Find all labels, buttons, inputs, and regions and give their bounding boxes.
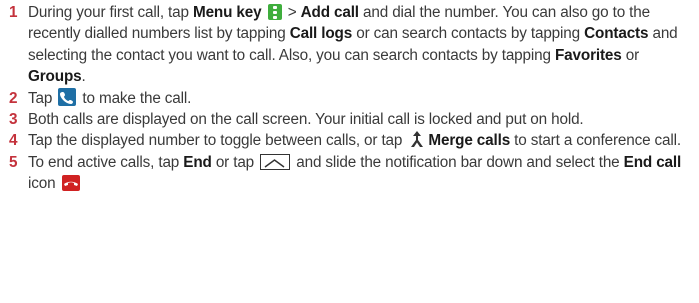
- step-2: 2 Tap to make the call.: [6, 87, 693, 109]
- home-key-icon: [260, 153, 291, 170]
- step-number: 2: [9, 89, 18, 107]
- step-text: >: [287, 4, 301, 21]
- step-4: 4 Tap the displayed number to toggle bet…: [6, 130, 693, 151]
- step-text: .: [81, 68, 86, 86]
- step-5: 5 To end active calls, tap End or tap an…: [6, 152, 693, 195]
- step-number: 3: [9, 111, 18, 129]
- instructions-page: 1 During your first call, tap Menu key >…: [0, 0, 699, 303]
- step-text: During your first call, tap: [28, 4, 193, 21]
- step-text: and slide the notification bar down and …: [292, 153, 624, 171]
- steps-list: 1 During your first call, tap Menu key >…: [6, 2, 693, 195]
- menu-key-label: Menu key: [192, 4, 262, 21]
- step-text: to start a conference call.: [510, 132, 682, 150]
- step-number: 5: [9, 153, 18, 171]
- menu-key-icon: [267, 4, 282, 20]
- step-text: Tap: [28, 89, 57, 107]
- favorites-label: Favorites: [554, 46, 622, 64]
- contacts-label: Contacts: [584, 25, 649, 43]
- step-1: 1 During your first call, tap Menu key >…: [6, 2, 693, 88]
- step-text: Tap the displayed number to toggle betwe…: [28, 132, 407, 150]
- merge-calls-label: Merge calls: [428, 132, 511, 150]
- end-call-icon: [61, 175, 80, 192]
- step-number: 4: [9, 132, 18, 150]
- end-label: End: [183, 153, 212, 171]
- call-logs-label: Call logs: [289, 25, 353, 43]
- step-3: 3 Both calls are displayed on the call s…: [6, 109, 693, 130]
- step-text: to make the call.: [78, 89, 192, 107]
- phone-call-icon: [58, 87, 77, 106]
- step-text: To end active calls, tap: [28, 153, 184, 171]
- step-text: or: [621, 46, 640, 64]
- step-text: icon: [28, 175, 60, 193]
- step-text: or can search contacts by tapping: [352, 25, 585, 43]
- add-call-label: Add call: [300, 4, 359, 21]
- end-call-label: End call: [623, 153, 682, 171]
- step-number: 1: [9, 4, 18, 21]
- merge-calls-icon: [408, 130, 426, 148]
- groups-label: Groups: [28, 68, 82, 86]
- step-text: or tap: [211, 153, 259, 171]
- step-text: Both calls are displayed on the call scr…: [28, 111, 584, 129]
